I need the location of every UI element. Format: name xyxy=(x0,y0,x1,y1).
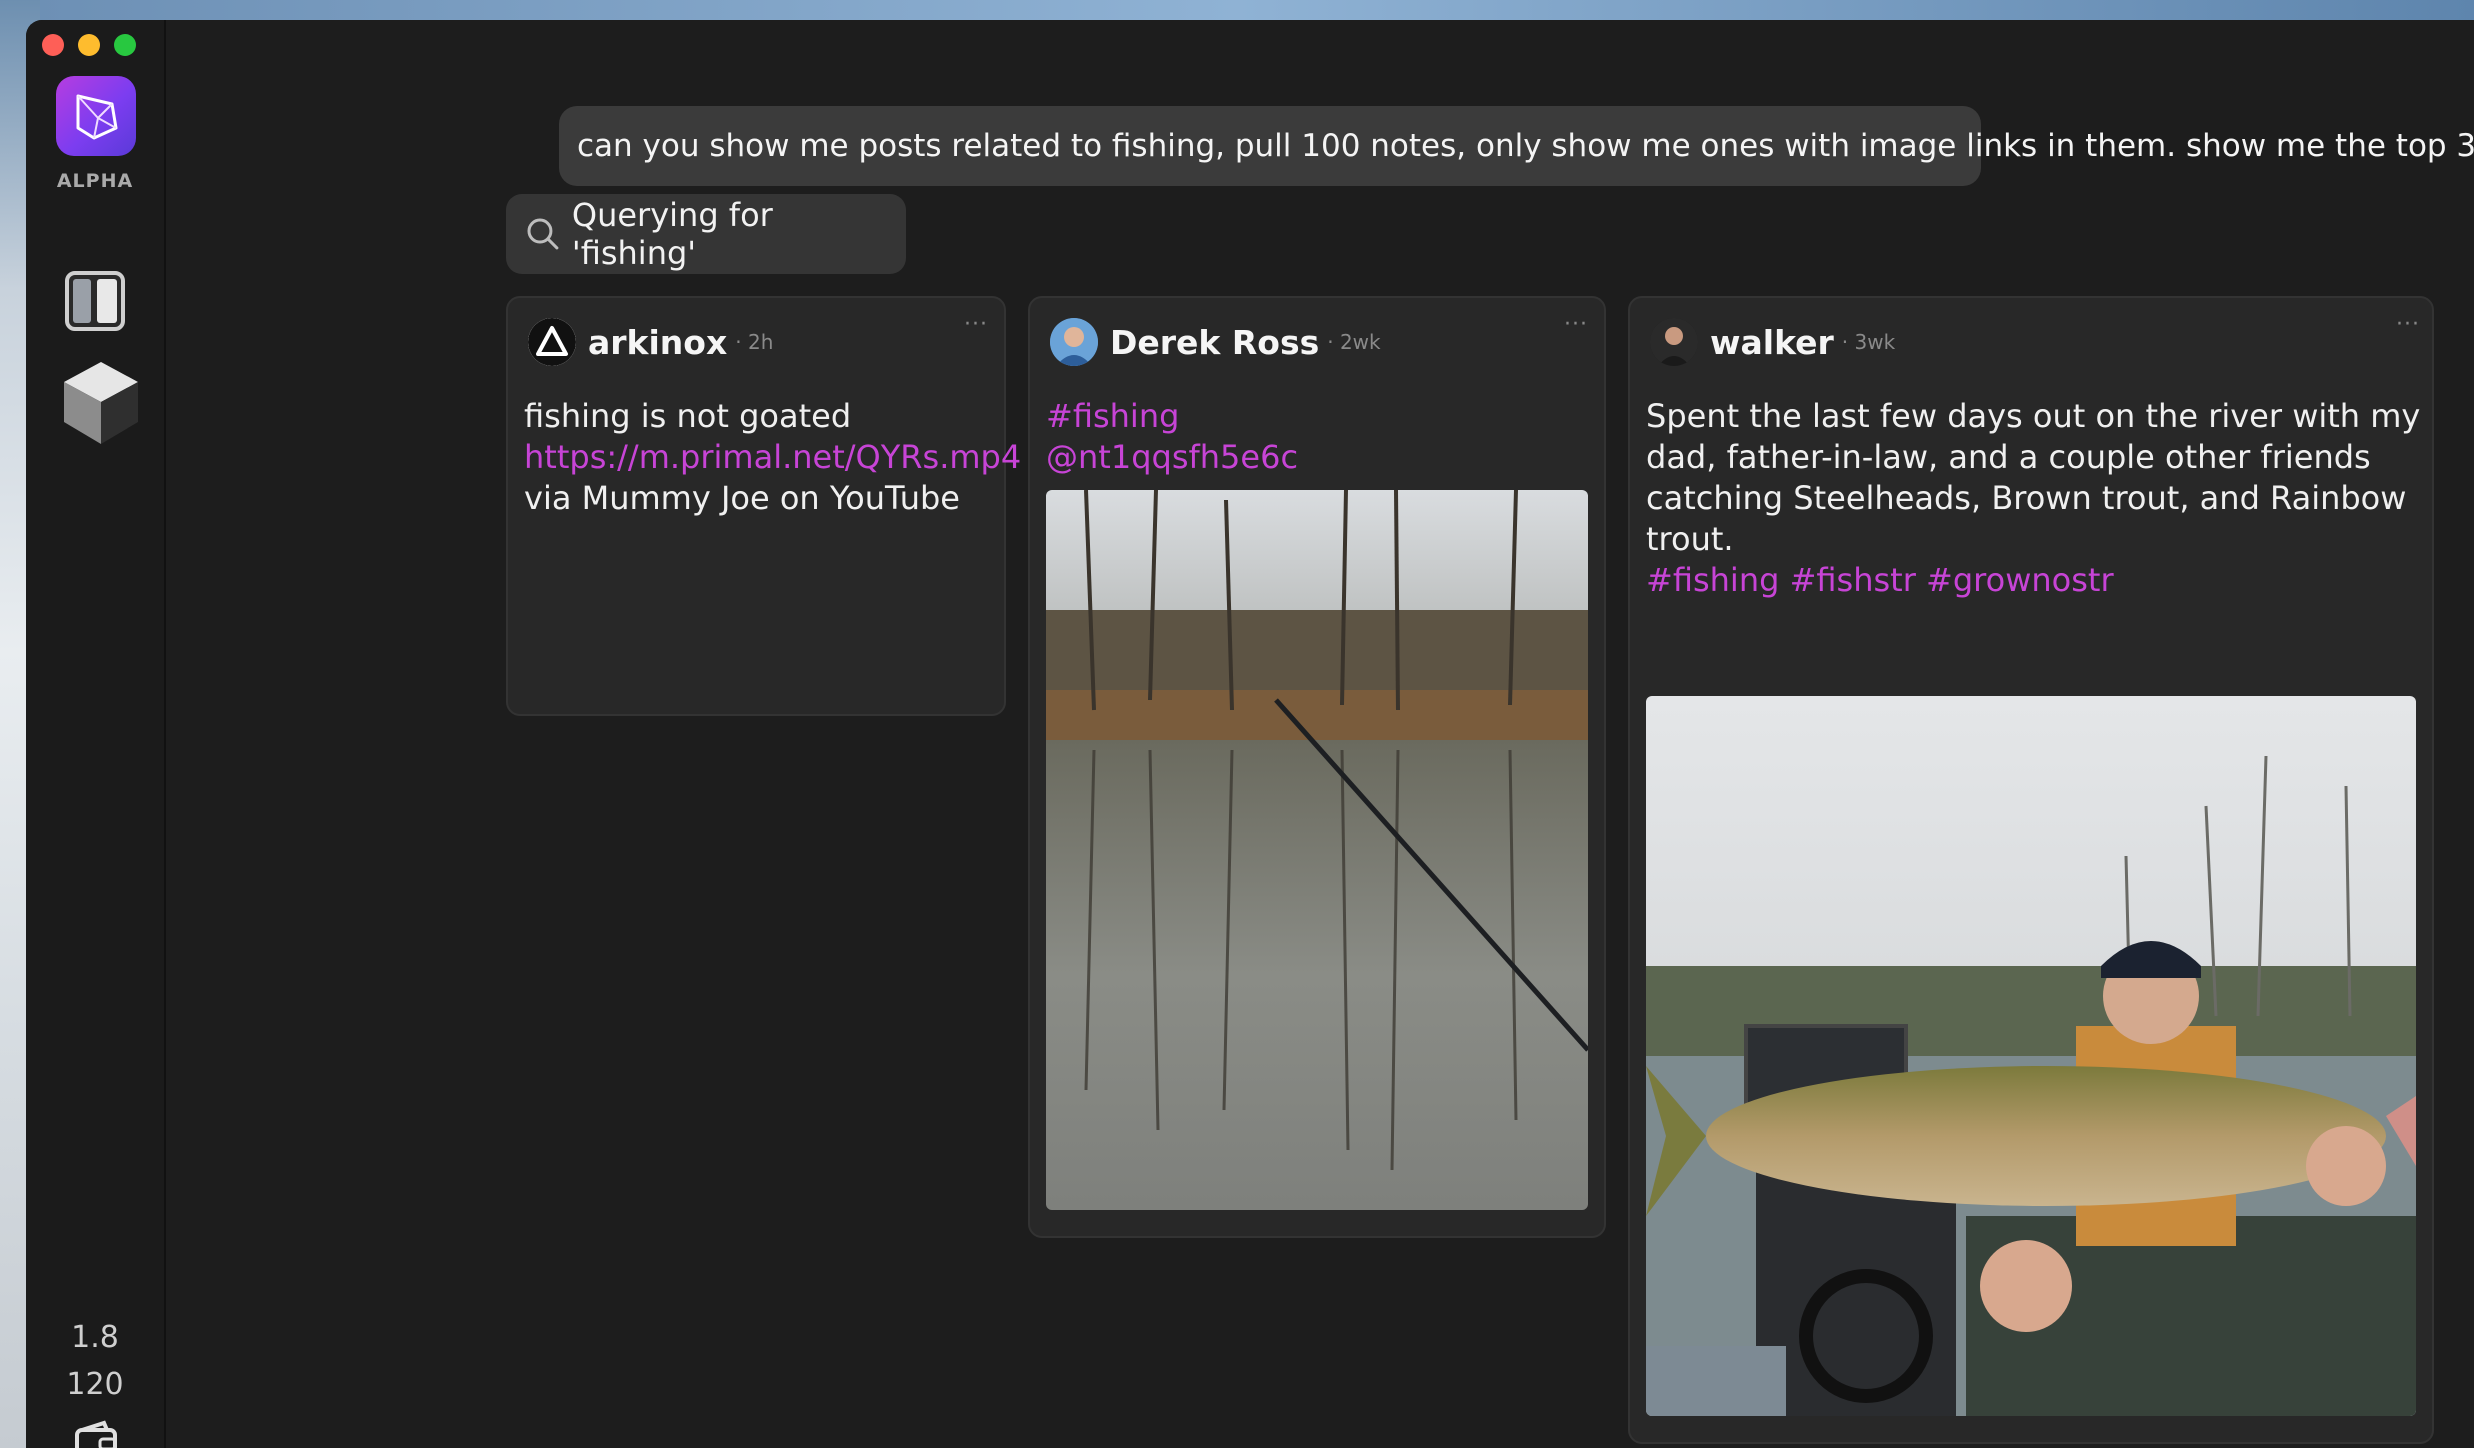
zoom-window-button[interactable] xyxy=(114,34,136,56)
post-card[interactable]: Derek Ross · 2wk ··· #fishing @nt1qqsfh5… xyxy=(1028,296,1606,1238)
post-header: walker · 3wk xyxy=(1650,318,1895,366)
post-link[interactable]: https://m.primal.net/QYRs.mp4 xyxy=(524,437,1021,478)
app-window: ALPHA 1.8 120 can you show me posts rela… xyxy=(26,20,2474,1448)
post-text-line: catching Steelheads, Brown trout, and Ra… xyxy=(1646,479,2407,517)
desktop-background xyxy=(0,0,2474,22)
hashtag-link[interactable]: #fishing xyxy=(1046,396,1298,437)
stat-value-1: 1.8 xyxy=(71,1320,119,1355)
post-time: · 2h xyxy=(735,330,774,354)
post-text-line: fishing is not goated xyxy=(524,397,852,435)
post-body: fishing is not goated https://m.primal.n… xyxy=(524,396,1021,519)
user-prompt-bubble: can you show me posts related to fishing… xyxy=(559,106,2474,186)
post-text-line: Spent the last few days out on the river… xyxy=(1646,397,2421,435)
alpha-label: ALPHA xyxy=(56,170,134,192)
window-controls xyxy=(42,34,136,56)
main-panel: can you show me posts related to fishing… xyxy=(166,20,2474,1448)
columns-view-icon[interactable] xyxy=(64,270,126,336)
query-status-pill: Querying for 'fishing' xyxy=(506,194,906,274)
post-text-line: via Mummy Joe on YouTube xyxy=(524,479,960,517)
close-window-button[interactable] xyxy=(42,34,64,56)
post-card[interactable]: walker · 3wk ··· Spent the last few days… xyxy=(1628,296,2434,1444)
author-name[interactable]: arkinox xyxy=(588,323,727,362)
search-icon xyxy=(527,218,559,250)
post-body: #fishing @nt1qqsfh5e6c xyxy=(1046,396,1298,478)
avatar[interactable] xyxy=(1650,318,1698,366)
post-time: · 3wk xyxy=(1841,330,1896,354)
post-header: arkinox · 2h xyxy=(528,318,773,366)
post-text-line: dad, father-in-law, and a couple other f… xyxy=(1646,438,2371,476)
author-name[interactable]: walker xyxy=(1710,323,1834,362)
stat-value-2: 120 xyxy=(66,1367,124,1402)
more-options-icon[interactable]: ··· xyxy=(2396,312,2420,337)
wallet-icon[interactable] xyxy=(74,1420,118,1448)
minimize-window-button[interactable] xyxy=(78,34,100,56)
post-image-river[interactable] xyxy=(1046,490,1588,1210)
sidebar: ALPHA 1.8 120 xyxy=(26,20,166,1448)
more-options-icon[interactable]: ··· xyxy=(1564,312,1588,337)
post-image-trout[interactable] xyxy=(1646,696,2416,1416)
post-text-line: trout. xyxy=(1646,520,1734,558)
post-header: Derek Ross · 2wk xyxy=(1050,318,1381,366)
query-status-text: Querying for 'fishing' xyxy=(571,196,773,272)
mention-link[interactable]: @nt1qqsfh5e6c xyxy=(1046,437,1298,478)
cube-icon[interactable] xyxy=(60,358,142,452)
post-body: Spent the last few days out on the river… xyxy=(1646,396,2420,601)
logo-icon xyxy=(76,94,118,140)
author-name[interactable]: Derek Ross xyxy=(1110,323,1319,362)
hashtag-links[interactable]: #fishing #fishstr #grownostr xyxy=(1646,560,2420,601)
avatar[interactable] xyxy=(1050,318,1098,366)
post-card[interactable]: arkinox · 2h ··· fishing is not goated h… xyxy=(506,296,1021,716)
avatar[interactable] xyxy=(528,318,576,366)
post-time: · 2wk xyxy=(1327,330,1381,354)
app-logo[interactable] xyxy=(56,76,136,156)
more-options-icon[interactable]: ··· xyxy=(964,312,988,337)
